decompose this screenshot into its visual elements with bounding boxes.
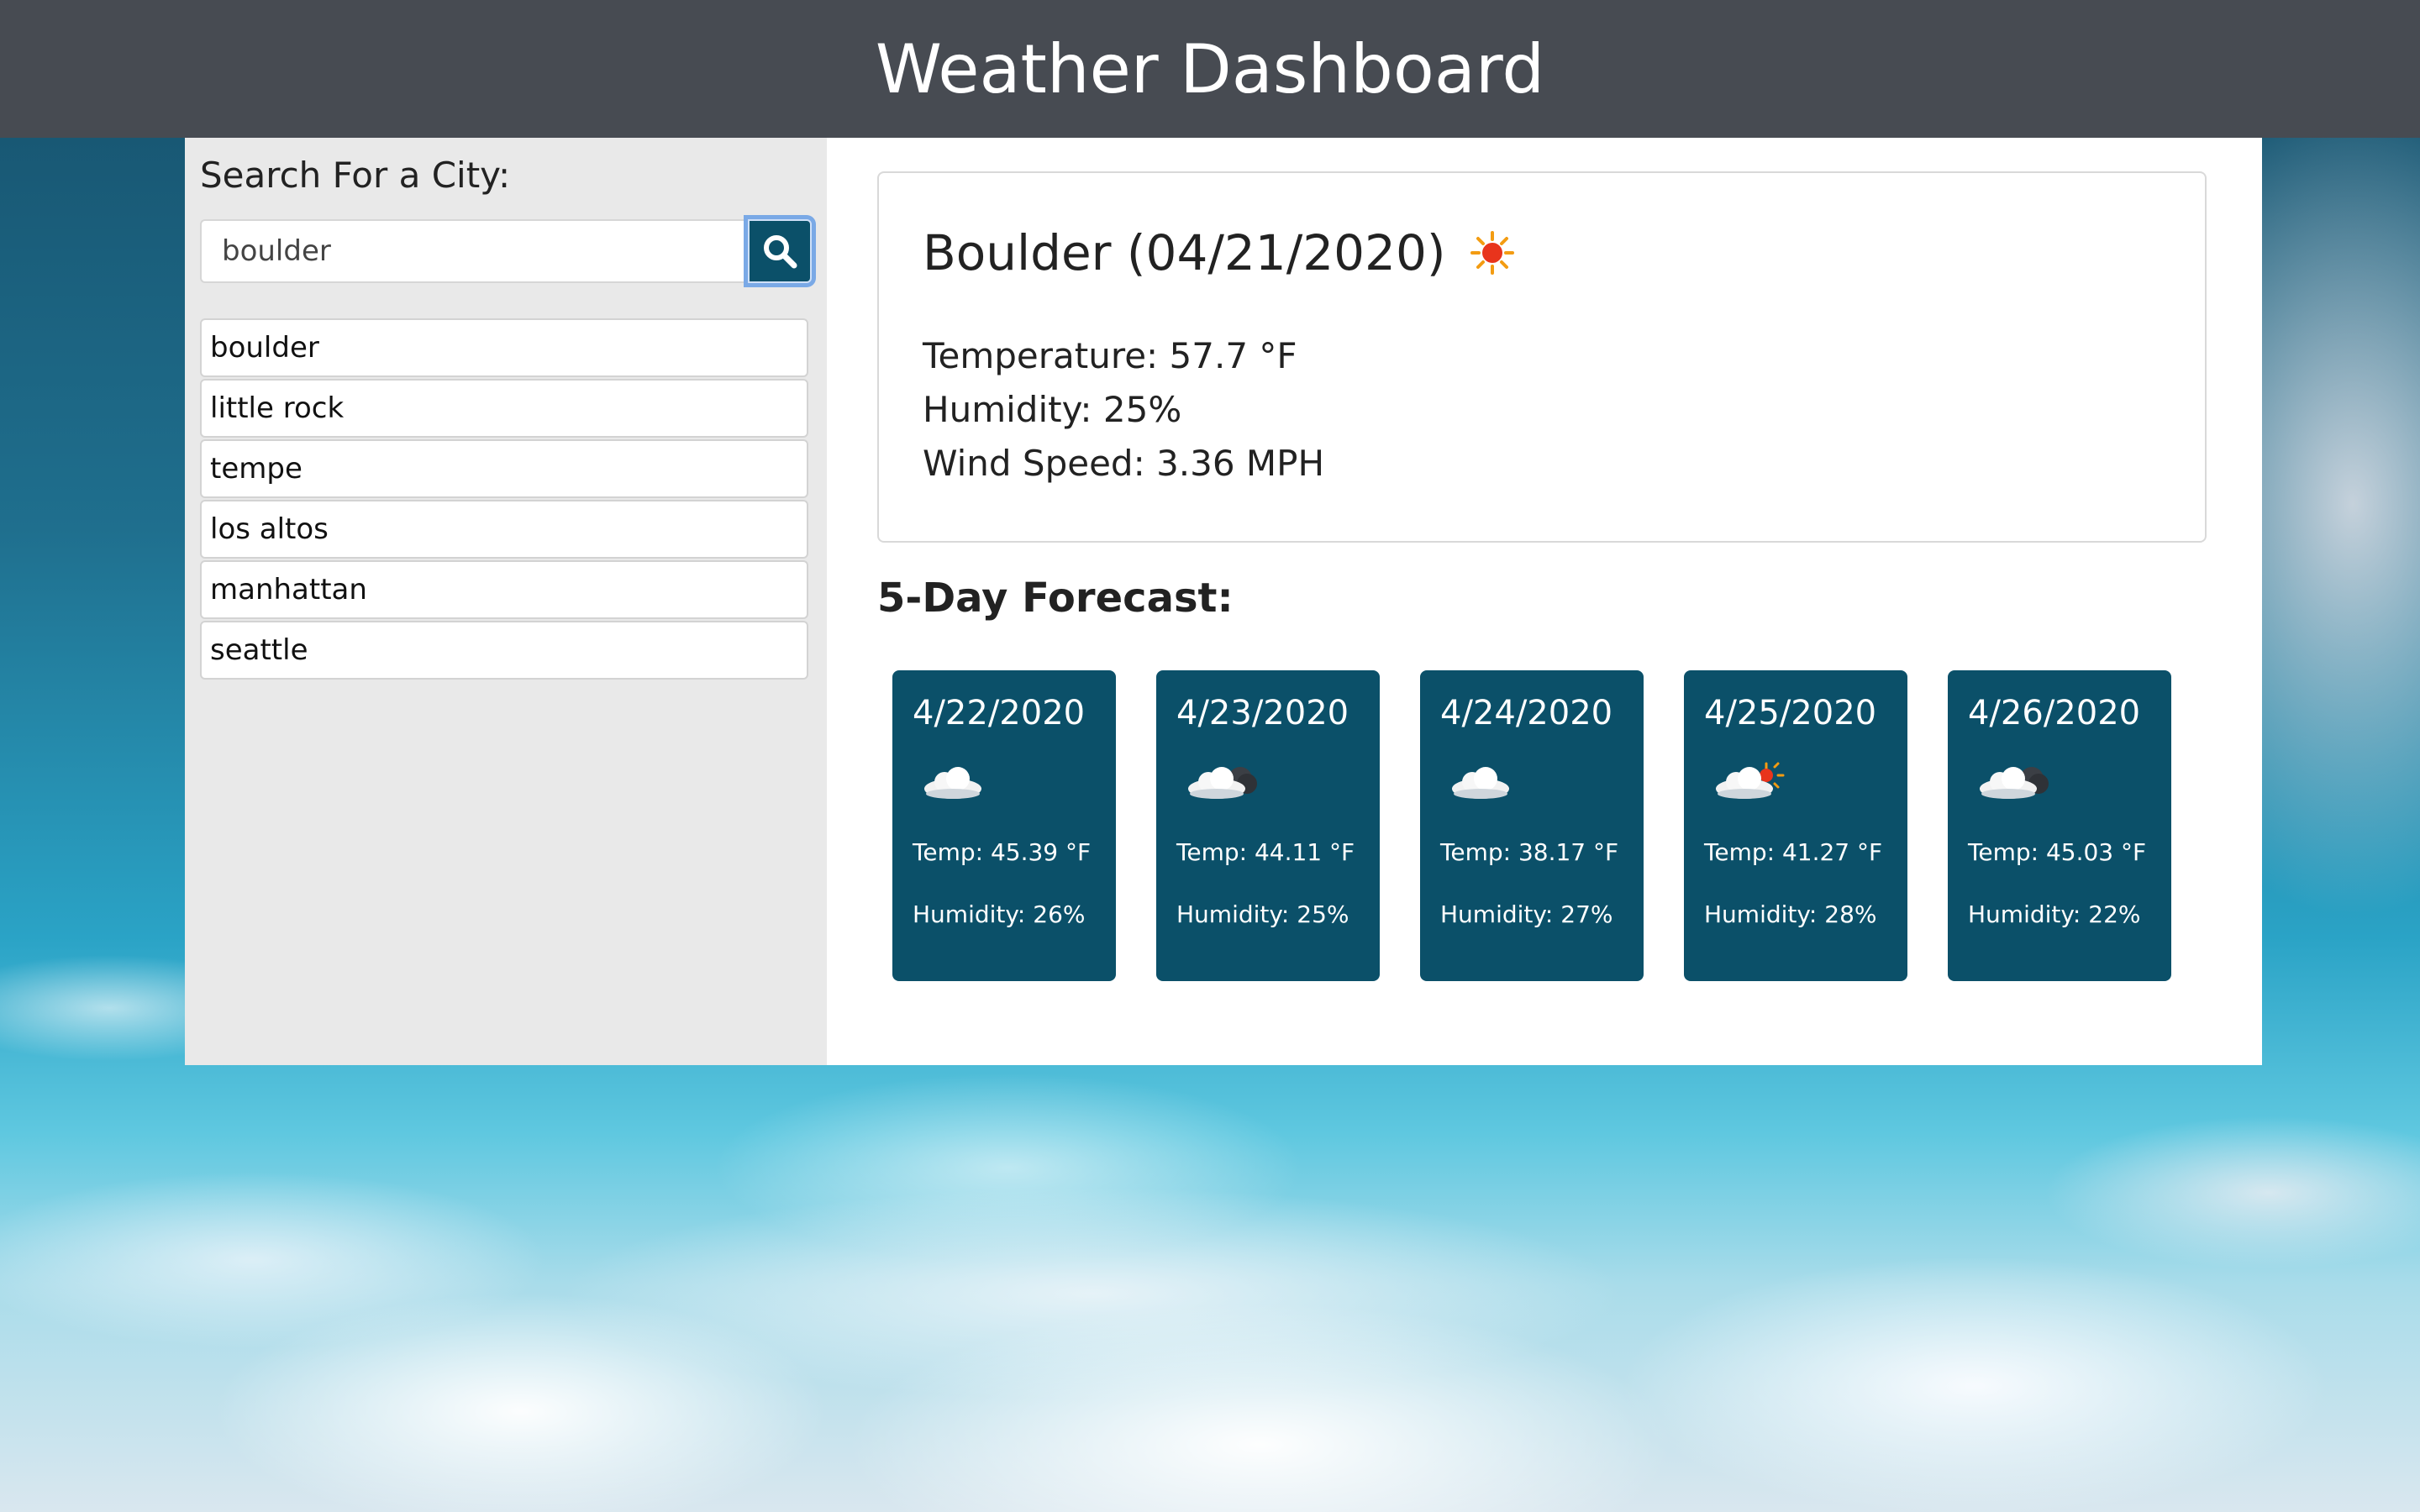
forecast-date: 4/25/2020: [1704, 694, 1877, 732]
app-header: Weather Dashboard: [0, 0, 2420, 138]
cloud-sun-icon: [1716, 762, 1785, 799]
forecast-temp: Temp: 45.39 °F: [913, 838, 1092, 866]
forecast-date: 4/22/2020: [913, 694, 1086, 732]
sun-icon: [1470, 231, 1515, 275]
search-icon: [764, 235, 797, 269]
history-item[interactable]: manhattan: [200, 560, 808, 619]
forecast-humidity: Humidity: 28%: [1704, 900, 1877, 928]
search-form: [200, 219, 813, 285]
forecast-card: 4/22/2020 Temp: 45.39 °F Humidity: 26%: [892, 670, 1116, 981]
history-item[interactable]: tempe: [200, 439, 808, 498]
forecast-date: 4/26/2020: [1968, 694, 2141, 732]
cloud-night-icon: [1980, 767, 2049, 799]
forecast-card: 4/26/2020 Temp: 45.03 °F Humidity: 22%: [1948, 670, 2171, 981]
current-weather-card: Boulder (04/21/2020) Temperature: 57.7 °…: [877, 171, 2207, 543]
forecast-temp: Temp: 41.27 °F: [1704, 838, 1883, 866]
city-title: Boulder (04/21/2020): [923, 224, 1446, 281]
cloud-icon: [1452, 767, 1509, 799]
forecast-humidity: Humidity: 26%: [913, 900, 1086, 928]
history-item[interactable]: seattle: [200, 621, 808, 680]
history-item[interactable]: boulder: [200, 318, 808, 377]
main-panel: Boulder (04/21/2020) Temperature: 57.7 °…: [827, 138, 2262, 1065]
cloud-icon: [924, 767, 981, 799]
forecast-humidity: Humidity: 22%: [1968, 900, 2141, 928]
search-history-list: boulder little rock tempe los altos manh…: [200, 318, 808, 680]
humidity-text: Humidity: 25%: [923, 389, 1182, 430]
history-item[interactable]: los altos: [200, 500, 808, 559]
forecast-title: 5-Day Forecast:: [877, 575, 1234, 622]
wind-speed-text: Wind Speed: 3.36 MPH: [923, 443, 1325, 484]
search-button[interactable]: [748, 219, 812, 283]
sidebar: Search For a City: boulder little rock t…: [185, 138, 827, 1065]
current-weather-details: Temperature: 57.7 °F Humidity: 25% Wind …: [923, 329, 2161, 491]
forecast-list: 4/22/2020 Temp: 45.39 °F Humidity: 26% 4…: [877, 670, 2212, 981]
forecast-temp: Temp: 44.11 °F: [1176, 838, 1355, 866]
forecast-temp: Temp: 38.17 °F: [1440, 838, 1619, 866]
cloud-night-icon: [1188, 767, 1257, 799]
current-weather-header: Boulder (04/21/2020): [923, 223, 2161, 282]
forecast-card: 4/25/2020 Temp: 41.27 °F Humidity: 28%: [1684, 670, 1907, 981]
search-label: Search For a City:: [200, 155, 511, 196]
forecast-temp: Temp: 45.03 °F: [1968, 838, 2147, 866]
forecast-card: 4/24/2020 Temp: 38.17 °F Humidity: 27%: [1420, 670, 1644, 981]
forecast-card: 4/23/2020 Temp: 44.11 °F Humidity: 25%: [1156, 670, 1380, 981]
dashboard-container: Search For a City: boulder little rock t…: [185, 138, 2262, 1065]
forecast-date: 4/23/2020: [1176, 694, 1349, 732]
city-search-input[interactable]: [200, 219, 748, 283]
history-item[interactable]: little rock: [200, 379, 808, 438]
temperature-text: Temperature: 57.7 °F: [923, 335, 1297, 376]
forecast-date: 4/24/2020: [1440, 694, 1613, 732]
forecast-humidity: Humidity: 25%: [1176, 900, 1349, 928]
page-title: Weather Dashboard: [875, 29, 1545, 108]
forecast-humidity: Humidity: 27%: [1440, 900, 1613, 928]
